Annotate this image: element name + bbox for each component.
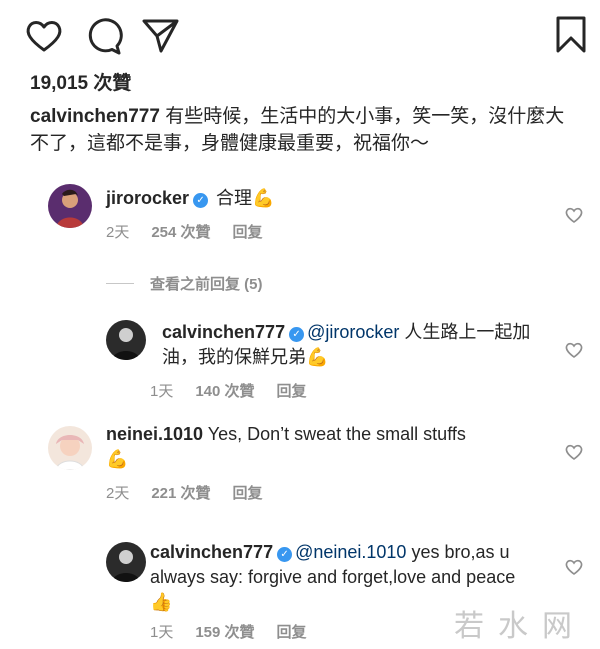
comment-username[interactable]: calvinchen777 xyxy=(150,542,273,562)
mention-link[interactable]: @neinei.1010 xyxy=(295,542,406,562)
view-previous-replies-button[interactable]: 查看之前回复 (5) xyxy=(106,273,263,294)
divider-line xyxy=(106,283,134,284)
flexed-biceps-emoji: 💪 xyxy=(306,347,329,368)
bookmark-icon[interactable] xyxy=(553,14,589,54)
reply-button[interactable]: 回复 xyxy=(233,224,263,241)
comment-time: 1天 xyxy=(150,624,174,641)
heart-icon[interactable] xyxy=(565,341,583,359)
comment-icon[interactable] xyxy=(84,16,124,56)
reply-button[interactable]: 回复 xyxy=(233,485,263,502)
comment-time: 2天 xyxy=(106,485,130,502)
comment-meta: 1天 159 次贊 回复 xyxy=(150,621,329,642)
comment-text: jirorocker ✓ 合理💪 xyxy=(106,186,556,211)
heart-icon[interactable] xyxy=(24,16,64,56)
comment-text: calvinchen777 ✓ @jirorocker 人生路上一起加油，我的保鮮兄… xyxy=(162,320,547,370)
mention-link[interactable]: @jirorocker xyxy=(307,322,399,342)
comment-username[interactable]: calvinchen777 xyxy=(162,322,285,342)
avatar[interactable] xyxy=(48,426,92,470)
verified-badge-icon: ✓ xyxy=(193,193,209,208)
comment-body: Yes, Don’t sweat the small stuffs xyxy=(203,424,466,444)
comment-likes[interactable]: 159 次贊 xyxy=(195,624,254,641)
comment-time: 2天 xyxy=(106,224,130,241)
verified-badge-icon: ✓ xyxy=(277,547,293,562)
comment-time: 1天 xyxy=(150,383,174,400)
watermark: 若水网 xyxy=(454,609,586,644)
comment-text: neinei.1010 Yes, Don’t sweat the small s… xyxy=(106,422,556,472)
comment-meta: 2天 254 次贊 回复 xyxy=(106,221,285,242)
action-bar xyxy=(0,0,600,70)
thumbs-up-emoji: 👍 xyxy=(150,592,173,613)
reply-calvinchen777: calvinchen777 ✓ @jirorocker 人生路上一起加油，我的保鮮兄… xyxy=(0,316,600,406)
comment-likes[interactable]: 221 次贊 xyxy=(151,485,210,502)
comment-likes[interactable]: 140 次贊 xyxy=(195,383,254,400)
view-replies-label[interactable]: 查看之前回复 (5) xyxy=(150,276,263,293)
flexed-biceps-emoji: 💪 xyxy=(106,449,129,470)
comment-meta: 1天 140 次贊 回复 xyxy=(150,380,329,401)
comment-username[interactable]: jirorocker xyxy=(106,188,189,208)
heart-icon[interactable] xyxy=(565,443,583,461)
comment-meta: 2天 221 次贊 回复 xyxy=(106,482,285,503)
heart-icon[interactable] xyxy=(565,206,583,224)
comment-likes[interactable]: 254 次贊 xyxy=(151,224,210,241)
reply-button[interactable]: 回复 xyxy=(277,624,307,641)
verified-badge-icon: ✓ xyxy=(289,327,305,342)
comment-body: 合理 xyxy=(211,188,253,208)
likes-count[interactable]: 19,015 次贊 xyxy=(30,68,131,95)
comment-username[interactable]: neinei.1010 xyxy=(106,424,203,444)
avatar[interactable] xyxy=(48,184,92,228)
comment-neinei: neinei.1010 Yes, Don’t sweat the small s… xyxy=(0,418,600,508)
heart-icon[interactable] xyxy=(565,558,583,576)
avatar[interactable] xyxy=(106,320,146,360)
caption-username[interactable]: calvinchen777 xyxy=(30,106,160,127)
comment-jirorocker: jirorocker ✓ 合理💪 2天 254 次贊 回复 xyxy=(0,178,600,248)
share-icon[interactable] xyxy=(140,14,180,54)
reply-button[interactable]: 回复 xyxy=(277,383,307,400)
avatar[interactable] xyxy=(106,542,146,582)
post-caption: calvinchen777 有些時候，生活中的大小事，笑一笑，沒什麼大不了，這都… xyxy=(30,103,575,157)
flexed-biceps-emoji: 💪 xyxy=(252,188,275,209)
